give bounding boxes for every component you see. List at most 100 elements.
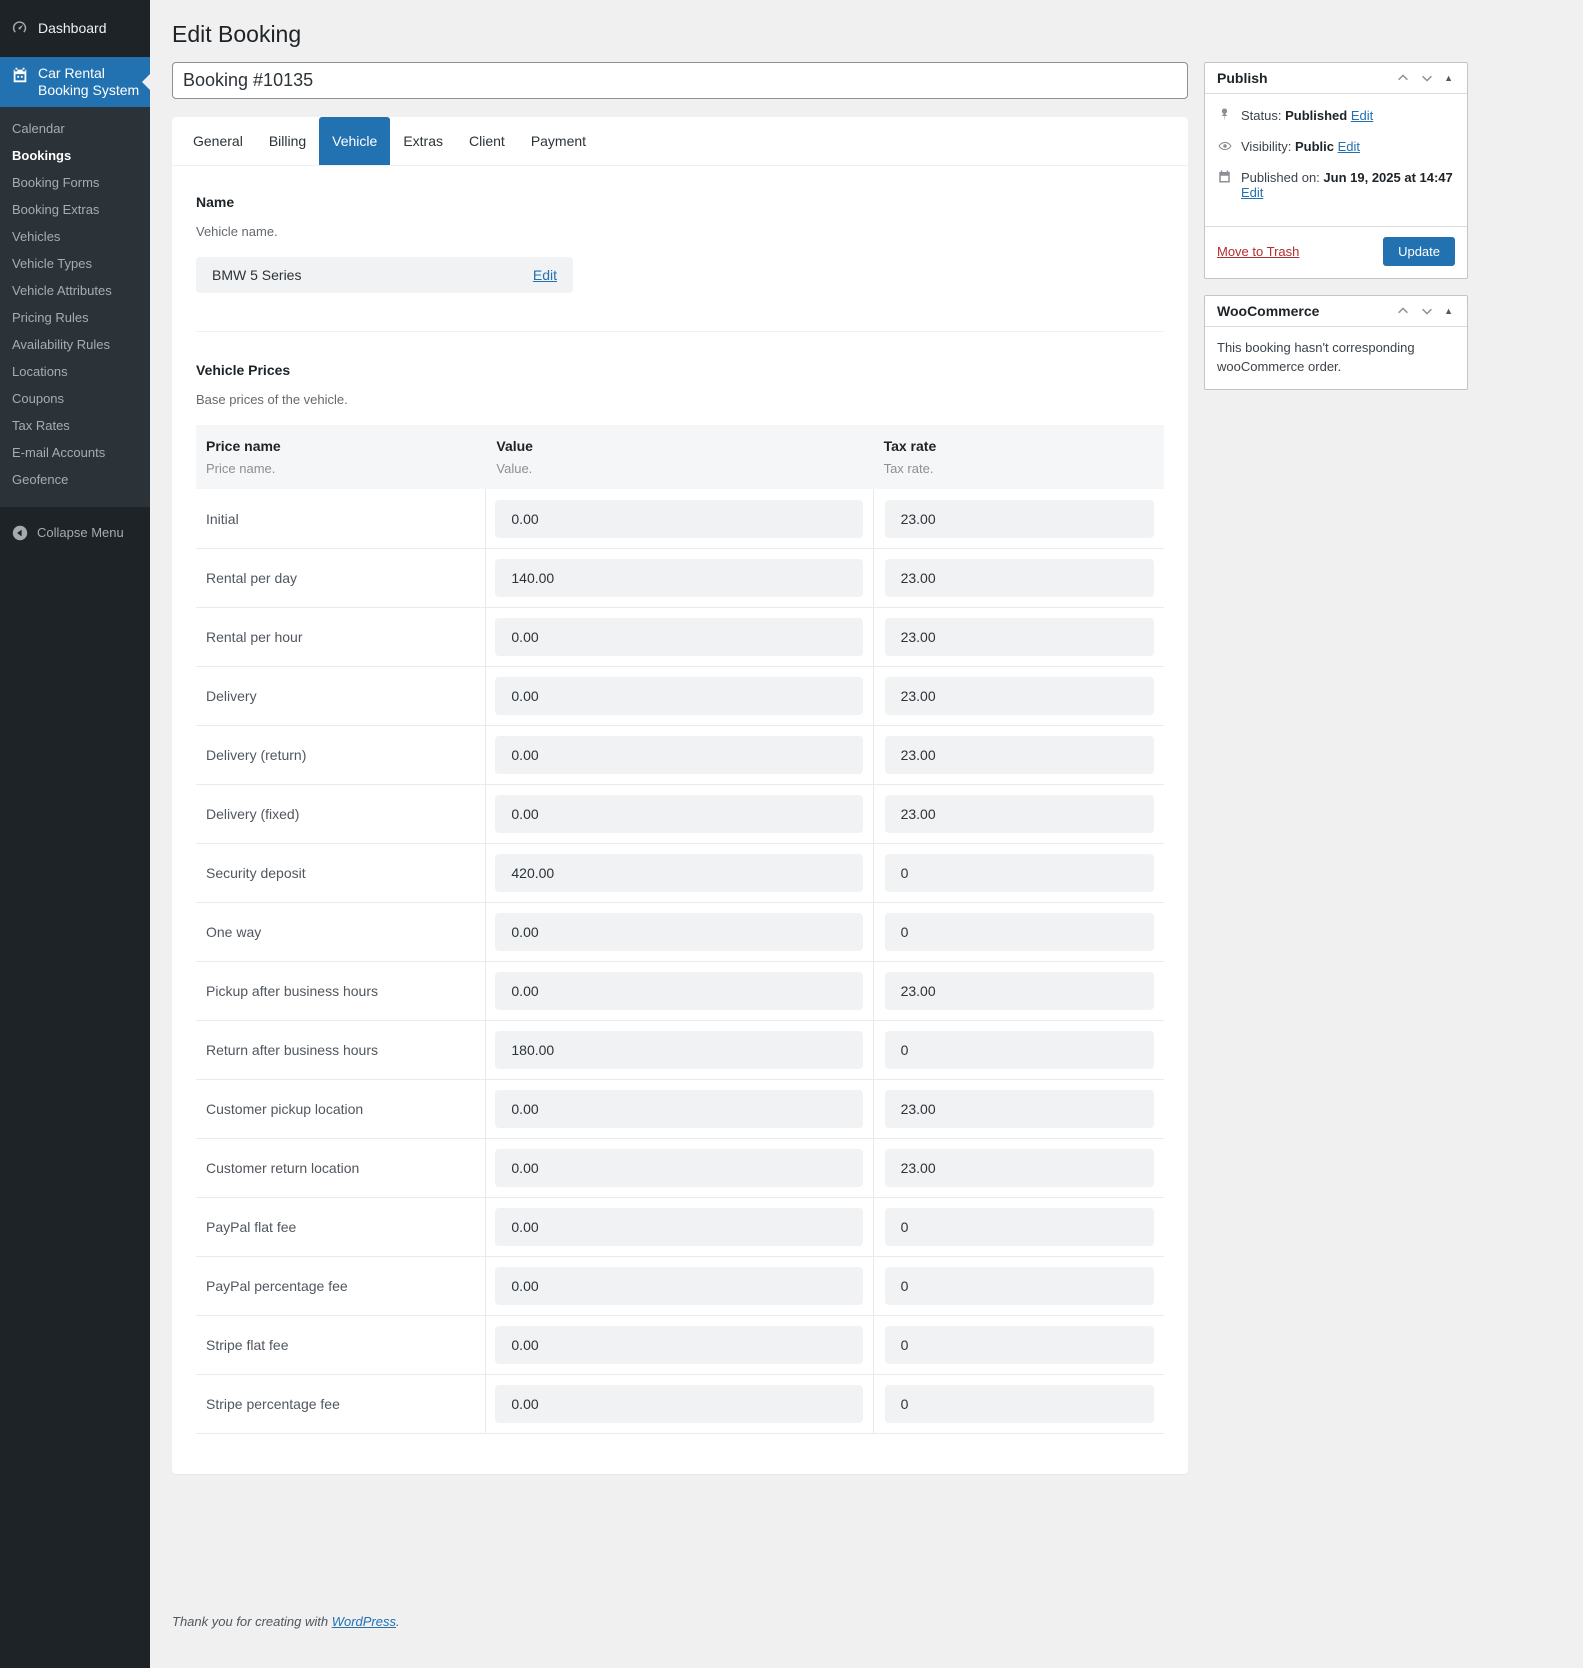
price-row: One way — [196, 902, 1164, 961]
tax-rate-input[interactable] — [884, 972, 1154, 1010]
sidebar-item-availability-rules[interactable]: Availability Rules — [0, 331, 150, 358]
price-value-input[interactable] — [495, 1090, 863, 1128]
price-value-input[interactable] — [495, 618, 863, 656]
sidebar-item-booking-extras[interactable]: Booking Extras — [0, 196, 150, 223]
wordpress-link[interactable]: WordPress — [332, 1614, 396, 1629]
tax-rate-input[interactable] — [884, 854, 1154, 892]
tax-rate-cell — [874, 962, 1164, 1020]
price-table-header: Price name Price name. Value Value. Tax … — [196, 425, 1164, 489]
price-value-input[interactable] — [495, 559, 863, 597]
price-value-input[interactable] — [495, 795, 863, 833]
price-row: Rental per day — [196, 548, 1164, 607]
sidebar-item-coupons[interactable]: Coupons — [0, 385, 150, 412]
tax-rate-input[interactable] — [884, 736, 1154, 774]
price-value-cell — [486, 1139, 874, 1197]
status-edit-link[interactable]: Edit — [1351, 108, 1373, 123]
calendar-icon — [10, 65, 29, 84]
sidebar-item-calendar[interactable]: Calendar — [0, 115, 150, 142]
tax-rate-input[interactable] — [884, 795, 1154, 833]
move-to-trash-link[interactable]: Move to Trash — [1217, 244, 1299, 259]
sidebar-item-tax-rates[interactable]: Tax Rates — [0, 412, 150, 439]
tab-payment[interactable]: Payment — [518, 117, 599, 165]
tax-rate-cell — [874, 1080, 1164, 1138]
booking-edit-card: General Billing Vehicle Extras Client Payment… — [172, 117, 1188, 1474]
tab-vehicle[interactable]: Vehicle — [319, 117, 391, 165]
tax-rate-cell — [874, 1021, 1164, 1079]
price-row: Customer pickup location — [196, 1079, 1164, 1138]
price-value-input[interactable] — [495, 1267, 863, 1305]
tax-rate-input[interactable] — [884, 1385, 1154, 1423]
publish-panel-body: Status: Published Edit Visibility: Publi… — [1205, 94, 1467, 222]
move-down-icon[interactable] — [1418, 71, 1436, 85]
price-row: Stripe flat fee — [196, 1315, 1164, 1374]
tax-rate-cell — [874, 549, 1164, 607]
sidebar-item-pricing-rules[interactable]: Pricing Rules — [0, 304, 150, 331]
price-value-input[interactable] — [495, 499, 863, 538]
sidebar-item-locations[interactable]: Locations — [0, 358, 150, 385]
admin-sidebar: Dashboard Car Rental Booking System Cale… — [0, 0, 150, 1668]
sidebar-item-vehicle-types[interactable]: Vehicle Types — [0, 250, 150, 277]
price-value-input[interactable] — [495, 677, 863, 715]
price-value-cell — [486, 1080, 874, 1138]
vehicle-name-edit-link[interactable]: Edit — [533, 267, 557, 283]
publish-panel-header: Publish ▲ — [1205, 63, 1467, 94]
tax-rate-cell — [874, 1139, 1164, 1197]
column-label: Price name — [206, 438, 281, 454]
visibility-text: Visibility: Public Edit — [1241, 139, 1360, 154]
tax-rate-input[interactable] — [884, 1090, 1154, 1128]
publish-panel: Publish ▲ Status: Published Edit Visibil… — [1204, 62, 1468, 279]
booking-title-input[interactable] — [172, 62, 1188, 99]
price-value-cell — [486, 667, 874, 725]
sidebar-item-car-rental-booking-system[interactable]: Car Rental Booking System — [0, 57, 150, 107]
tab-billing[interactable]: Billing — [256, 117, 319, 165]
tab-client[interactable]: Client — [456, 117, 518, 165]
toggle-panel-icon[interactable]: ▲ — [1442, 306, 1455, 316]
price-value-input[interactable] — [495, 1385, 863, 1423]
tax-rate-input[interactable] — [884, 913, 1154, 951]
sidebar-item-geofence[interactable]: Geofence — [0, 466, 150, 493]
move-up-icon[interactable] — [1394, 71, 1412, 85]
sidebar-item-dashboard[interactable]: Dashboard — [0, 8, 150, 47]
tab-extras[interactable]: Extras — [390, 117, 456, 165]
sidebar-item-e-mail-accounts[interactable]: E-mail Accounts — [0, 439, 150, 466]
footer-text: Thank you for creating with — [172, 1614, 332, 1629]
price-value-input[interactable] — [495, 736, 863, 774]
tax-rate-input[interactable] — [884, 499, 1154, 538]
sidebar-item-vehicles[interactable]: Vehicles — [0, 223, 150, 250]
tax-rate-input[interactable] — [884, 559, 1154, 597]
tax-rate-input[interactable] — [884, 1326, 1154, 1364]
price-value-input[interactable] — [495, 854, 863, 892]
tax-rate-cell — [874, 1375, 1164, 1433]
price-name: Stripe percentage fee — [196, 1375, 487, 1433]
price-value-input[interactable] — [495, 1208, 863, 1246]
column-label: Value — [496, 438, 533, 454]
sidebar-item-bookings[interactable]: Bookings — [0, 142, 150, 169]
price-row: Delivery (fixed) — [196, 784, 1164, 843]
tax-rate-input[interactable] — [884, 618, 1154, 656]
price-name: Stripe flat fee — [196, 1316, 487, 1374]
tax-rate-input[interactable] — [884, 1267, 1154, 1305]
tax-rate-cell — [874, 1198, 1164, 1256]
tab-general[interactable]: General — [180, 117, 256, 165]
toggle-panel-icon[interactable]: ▲ — [1442, 73, 1455, 83]
sidebar-item-vehicle-attributes[interactable]: Vehicle Attributes — [0, 277, 150, 304]
collapse-icon — [10, 523, 29, 542]
tax-rate-input[interactable] — [884, 1031, 1154, 1069]
move-up-icon[interactable] — [1394, 304, 1412, 318]
tax-rate-input[interactable] — [884, 677, 1154, 715]
price-value-input[interactable] — [495, 1326, 863, 1364]
tax-rate-input[interactable] — [884, 1149, 1154, 1187]
visibility-edit-link[interactable]: Edit — [1338, 139, 1360, 154]
update-button[interactable]: Update — [1383, 237, 1455, 266]
collapse-menu-button[interactable]: Collapse Menu — [0, 513, 150, 552]
published-on-edit-link[interactable]: Edit — [1241, 185, 1263, 200]
price-value-input[interactable] — [495, 1149, 863, 1187]
tax-rate-input[interactable] — [884, 1208, 1154, 1246]
move-down-icon[interactable] — [1418, 304, 1436, 318]
visibility-label: Visibility: — [1241, 139, 1292, 154]
sidebar-item-booking-forms[interactable]: Booking Forms — [0, 169, 150, 196]
price-value-input[interactable] — [495, 1031, 863, 1069]
price-value-cell — [486, 1257, 874, 1315]
price-value-input[interactable] — [495, 913, 863, 951]
price-value-input[interactable] — [495, 972, 863, 1010]
